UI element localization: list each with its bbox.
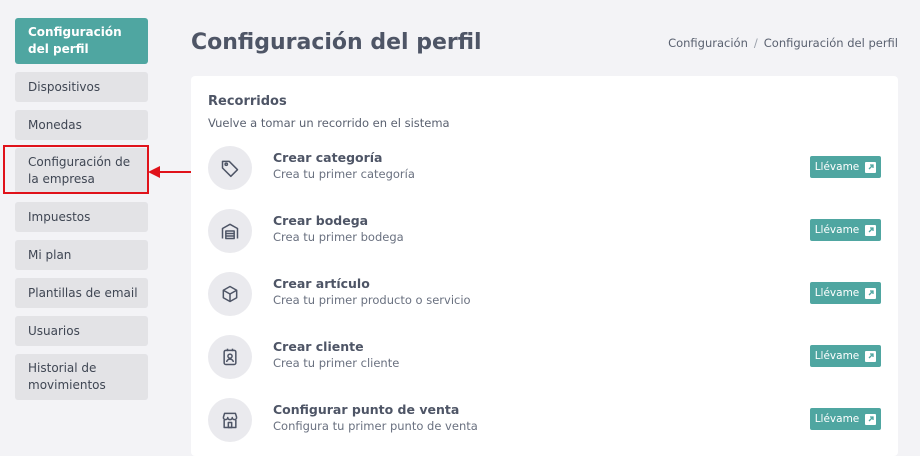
sidebar-item-label: Historial de movimientos [28, 361, 106, 392]
tour-item-create-article: Crear artículo Crea tu primer producto o… [208, 272, 881, 318]
tour-title: Crear categoría [273, 150, 383, 165]
take-me-button[interactable]: Llévame [810, 156, 881, 178]
button-label: Llévame [814, 350, 860, 362]
tag-icon [208, 146, 252, 190]
tours-title: Recorridos [208, 94, 287, 109]
tour-title: Configurar punto de venta [273, 402, 460, 417]
tour-item-create-warehouse: Crear bodega Crea tu primer bodega Lléva… [208, 209, 881, 255]
settings-sidebar: Configuración del perfil Dispositivos Mo… [15, 18, 148, 408]
external-link-icon [865, 413, 877, 425]
tour-item-configure-pos: Configurar punto de venta Configura tu p… [208, 398, 881, 444]
contact-icon [208, 335, 252, 379]
sidebar-item-movement-history[interactable]: Historial de movimientos [15, 354, 148, 400]
tour-item-create-category: Crear categoría Crea tu primer categoría… [208, 146, 881, 192]
tours-subtitle: Vuelve a tomar un recorrido en el sistem… [208, 116, 450, 130]
external-link-icon [865, 350, 877, 362]
button-label: Llévame [814, 287, 860, 299]
take-me-button[interactable]: Llévame [810, 282, 881, 304]
take-me-button[interactable]: Llévame [810, 408, 881, 430]
sidebar-item-currencies[interactable]: Monedas [15, 110, 148, 140]
breadcrumb-separator: / [753, 36, 758, 50]
box-icon [208, 272, 252, 316]
button-label: Llévame [814, 413, 860, 425]
tour-description: Crea tu primer bodega [273, 230, 404, 244]
store-icon [208, 398, 252, 442]
sidebar-item-label: Configuración del perfil [28, 25, 122, 56]
warehouse-icon [208, 209, 252, 253]
breadcrumb: Configuración / Configuración del perfil [668, 36, 898, 50]
sidebar-item-taxes[interactable]: Impuestos [15, 202, 148, 232]
tours-card: Recorridos Vuelve a tomar un recorrido e… [191, 76, 898, 456]
tour-description: Crea tu primer cliente [273, 356, 400, 370]
tour-description: Crea tu primer categoría [273, 167, 415, 181]
external-link-icon [865, 287, 877, 299]
breadcrumb-item-current: Configuración del perfil [763, 36, 898, 50]
sidebar-item-devices[interactable]: Dispositivos [15, 72, 148, 102]
page-title: Configuración del perfil [191, 30, 482, 55]
sidebar-item-label: Mi plan [28, 247, 72, 262]
take-me-button[interactable]: Llévame [810, 219, 881, 241]
highlight-box [3, 145, 149, 194]
sidebar-item-label: Monedas [28, 117, 82, 132]
sidebar-item-email-templates[interactable]: Plantillas de email [15, 278, 148, 308]
sidebar-item-label: Impuestos [28, 209, 91, 224]
button-label: Llévame [814, 224, 860, 236]
tour-title: Crear artículo [273, 276, 370, 291]
button-label: Llévame [814, 161, 860, 173]
sidebar-item-users[interactable]: Usuarios [15, 316, 148, 346]
tour-title: Crear cliente [273, 339, 364, 354]
take-me-button[interactable]: Llévame [810, 345, 881, 367]
tour-description: Crea tu primer producto o servicio [273, 293, 471, 307]
external-link-icon [865, 224, 877, 236]
tour-description: Configura tu primer punto de venta [273, 419, 478, 433]
tour-title: Crear bodega [273, 213, 369, 228]
sidebar-item-label: Plantillas de email [28, 285, 138, 300]
sidebar-item-profile-settings[interactable]: Configuración del perfil [15, 18, 148, 64]
sidebar-item-my-plan[interactable]: Mi plan [15, 240, 148, 270]
breadcrumb-item[interactable]: Configuración [668, 36, 748, 50]
sidebar-item-label: Usuarios [28, 323, 80, 338]
sidebar-item-label: Dispositivos [28, 79, 101, 94]
tour-item-create-client: Crear cliente Crea tu primer cliente Llé… [208, 335, 881, 381]
external-link-icon [865, 161, 877, 173]
